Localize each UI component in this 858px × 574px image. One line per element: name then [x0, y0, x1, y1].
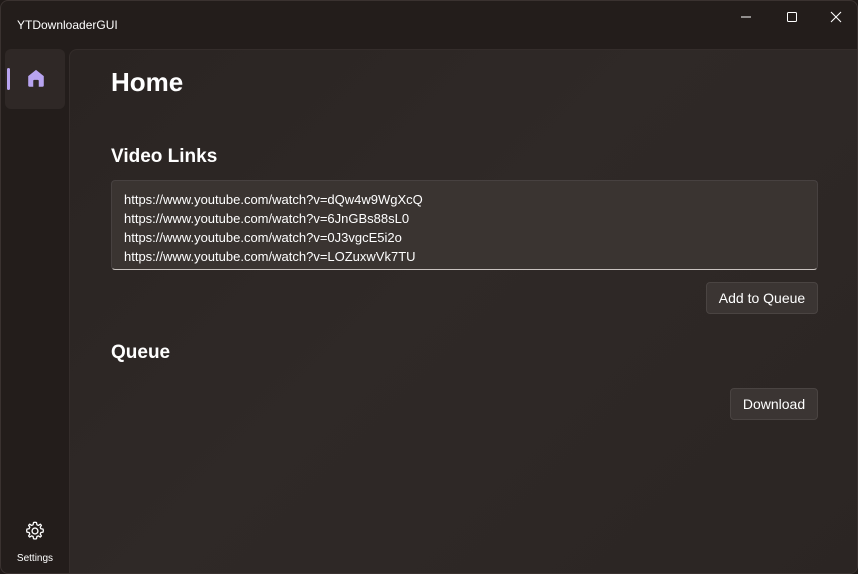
video-links-textbox[interactable]: https://www.youtube.com/watch?v=dQw4w9Wg…	[111, 180, 818, 270]
maximize-button[interactable]	[769, 1, 815, 33]
link-line: https://www.youtube.com/watch?v=0J3vgcE5…	[124, 230, 402, 245]
selection-indicator	[7, 68, 10, 90]
link-line: https://www.youtube.com/watch?v=6JnGBs88…	[124, 211, 410, 226]
maximize-icon	[787, 12, 797, 22]
add-to-queue-button[interactable]: Add to Queue	[706, 282, 818, 314]
nav-item-home[interactable]	[5, 49, 65, 109]
title-bar[interactable]: YTDownloaderGUI	[1, 1, 857, 49]
video-links-heading: Video Links	[111, 146, 218, 167]
link-line: https://www.youtube.com/watch?v=LOZuxwVk…	[124, 249, 416, 264]
gear-icon	[26, 521, 44, 540]
page-title: Home	[111, 67, 184, 97]
minimize-icon	[741, 16, 751, 18]
download-button[interactable]: Download	[730, 388, 818, 420]
app-title: YTDownloaderGUI	[17, 18, 118, 32]
link-line: https://www.youtube.com/watch?v=dQw4w9Wg…	[124, 192, 423, 207]
navigation-pane: Settings	[1, 49, 69, 573]
settings-label: Settings	[16, 553, 54, 564]
home-icon	[28, 69, 44, 87]
minimize-button[interactable]	[723, 1, 769, 33]
nav-item-settings[interactable]: Settings	[5, 515, 65, 571]
queue-heading: Queue	[111, 342, 171, 363]
app-window: YTDownloaderGUI Settings Home Video Link…	[0, 0, 858, 574]
main-content: Home Video Links https://www.youtube.com…	[69, 49, 857, 573]
close-button[interactable]	[813, 1, 857, 33]
close-icon	[830, 11, 842, 23]
